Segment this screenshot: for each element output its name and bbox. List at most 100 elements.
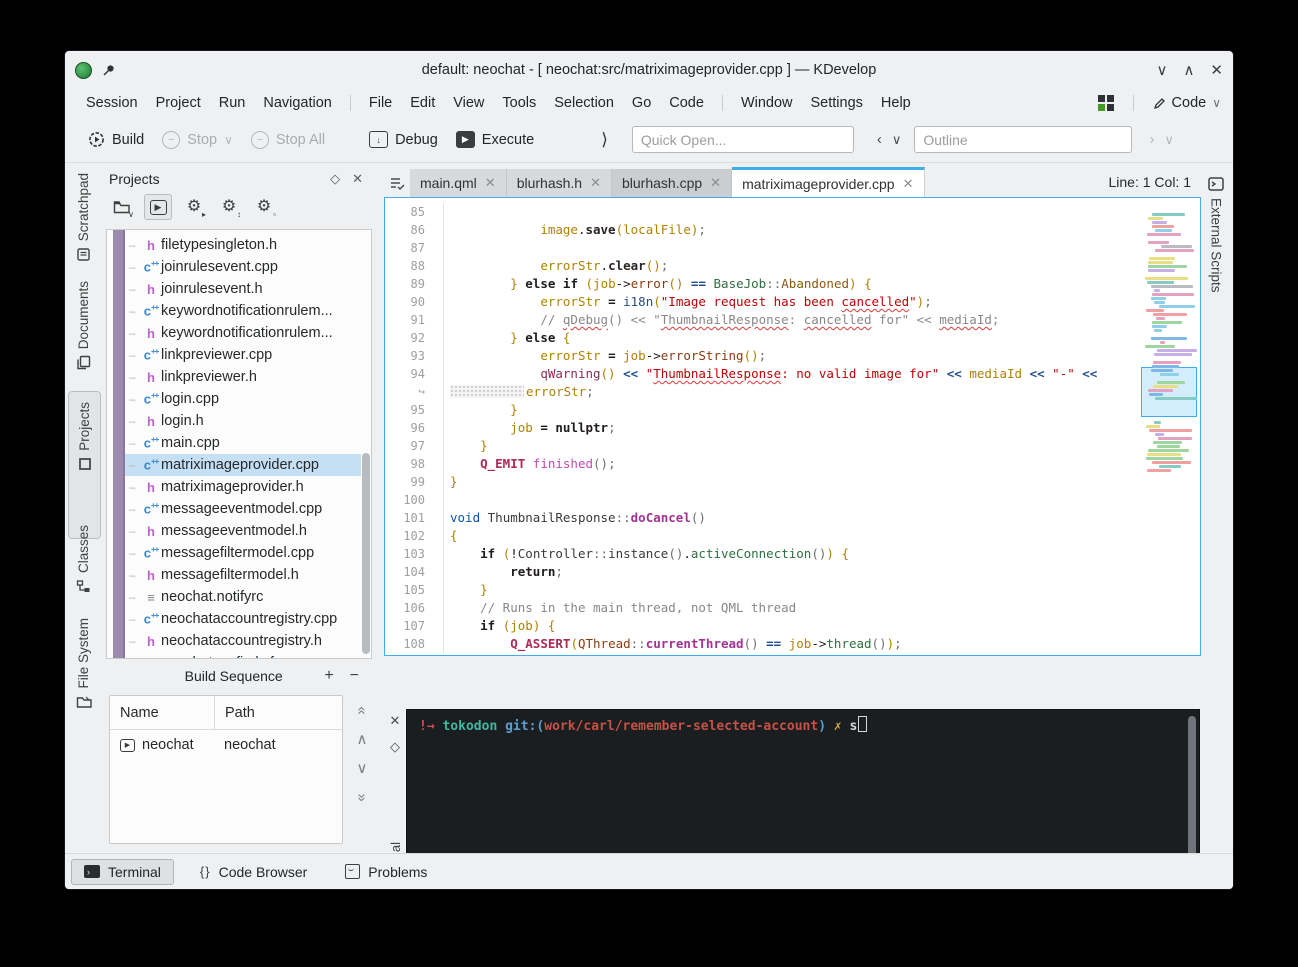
menu-run[interactable]: Run — [210, 93, 255, 113]
code-line[interactable]: 101void ThumbnailResponse::doCancel() — [385, 509, 1138, 527]
code-line[interactable]: 86 image.save(localFile); — [385, 221, 1138, 239]
sidebar-tab-classes[interactable]: Classes — [68, 525, 99, 610]
tree-item[interactable]: –hkeywordnotificationrulem... — [125, 322, 361, 344]
code-line[interactable]: 85 — [385, 203, 1138, 221]
tree-item[interactable]: –hlogin.h — [125, 410, 361, 432]
execute-button[interactable]: ▶ Execute — [447, 126, 543, 153]
tree-item[interactable]: –hjoinrulesevent.h — [125, 278, 361, 300]
close-icon[interactable]: ✕ — [1210, 61, 1223, 79]
code-line[interactable]: 87 — [385, 239, 1138, 257]
close-panel-icon[interactable]: ✕ — [346, 171, 369, 187]
stop-button[interactable]: − Stop ∨ — [153, 126, 242, 154]
build-sequence-table[interactable]: Name Path ▶neochatneochat — [109, 695, 343, 844]
tree-item[interactable]: –c++main.cpp — [125, 432, 361, 454]
sidebar-tab-projects[interactable]: Projects — [68, 391, 101, 539]
menu-settings[interactable]: Settings — [802, 93, 872, 113]
move-top-button[interactable]: « — [358, 703, 366, 718]
code-line[interactable]: 105 } — [385, 581, 1138, 599]
tab-close-icon[interactable]: ✕ — [710, 175, 721, 191]
tree-item[interactable]: –c++keywordnotificationrulem... — [125, 300, 361, 322]
project-tree[interactable]: –hfiletypesingleton.h–c++joinrulesevent.… — [106, 229, 372, 659]
tree-item[interactable]: –hlinkpreviewer.h — [125, 366, 361, 388]
add-build-item-button[interactable]: + — [316, 667, 341, 685]
close-terminal-icon[interactable]: ✕ — [390, 713, 401, 729]
code-line[interactable]: 104 return; — [385, 563, 1138, 581]
tree-item[interactable]: –c++messagefiltermodel.cpp — [125, 542, 361, 564]
sidebar-tab-file-system[interactable]: File System — [68, 618, 99, 726]
code-line[interactable]: 102{ — [385, 527, 1138, 545]
menu-code[interactable]: Code — [660, 93, 713, 113]
editor-tab-matriximageprovider.cpp[interactable]: matriximageprovider.cpp✕ — [732, 167, 924, 197]
build-button[interactable]: Build — [79, 126, 153, 153]
code-editor[interactable]: 8586 image.save(localFile);8788 errorStr… — [384, 197, 1201, 656]
tree-item[interactable]: –≡neochat.notifyrc — [125, 586, 361, 608]
code-line[interactable]: 88 errorStr.clear(); — [385, 257, 1138, 275]
document-list-icon[interactable] — [384, 169, 410, 197]
code-line[interactable]: 92 } else { — [385, 329, 1138, 347]
move-down-button[interactable]: ∨ — [357, 761, 368, 776]
outline-input[interactable] — [914, 126, 1132, 153]
perspective-button[interactable]: Code ∨ — [1153, 95, 1221, 111]
menu-window[interactable]: Window — [732, 93, 802, 113]
build-sequence-row[interactable]: ▶neochatneochat — [110, 730, 342, 760]
code-line[interactable]: 107 if (job) { — [385, 617, 1138, 635]
menu-go[interactable]: Go — [623, 93, 660, 113]
toolbar-overflow-icon[interactable]: ⟩ — [601, 130, 608, 150]
tree-item[interactable]: –c++linkpreviewer.cpp — [125, 344, 361, 366]
minimap[interactable] — [1141, 201, 1197, 652]
code-line[interactable]: 106 // Runs in the main thread, not QML … — [385, 599, 1138, 617]
code-line[interactable]: 97 } — [385, 437, 1138, 455]
code-line[interactable]: 108 Q_ASSERT(QThread::currentThread() ==… — [385, 635, 1138, 653]
editor-tab-blurhash.cpp[interactable]: blurhash.cpp✕ — [612, 169, 732, 197]
move-up-button[interactable]: ∧ — [357, 732, 368, 747]
menu-edit[interactable]: Edit — [401, 93, 444, 113]
area-switcher-icon[interactable] — [1098, 95, 1114, 111]
outline-forward-icon[interactable]: › — [1144, 129, 1159, 150]
tree-item[interactable]: –c++messageeventmodel.cpp — [125, 498, 361, 520]
outline-dropdown-icon[interactable]: ∨ — [887, 130, 907, 150]
move-bottom-button[interactable]: » — [358, 790, 366, 805]
pin-icon[interactable] — [102, 64, 115, 77]
stop-all-button[interactable]: − Stop All — [242, 126, 334, 154]
menu-selection[interactable]: Selection — [545, 93, 623, 113]
tree-item[interactable]: –⟨⟩neochatconfig.kcfg — [125, 652, 361, 659]
detach-panel-icon[interactable]: ◇ — [324, 171, 346, 187]
code-line[interactable]: 89 } else if (job->error() == BaseJob::A… — [385, 275, 1138, 293]
maximize-icon[interactable]: ∧ — [1183, 61, 1194, 79]
menu-tools[interactable]: Tools — [493, 93, 545, 113]
code-line[interactable]: 98 Q_EMIT finished(); — [385, 455, 1138, 473]
code-line[interactable]: 100 — [385, 491, 1138, 509]
code-line[interactable]: 96 job = nullptr; — [385, 419, 1138, 437]
sidebar-tab-documents[interactable]: Documents — [68, 281, 99, 383]
code-line[interactable]: 90 errorStr = i18n("Image request has be… — [385, 293, 1138, 311]
quick-open-input[interactable] — [632, 126, 854, 153]
configure-button[interactable]: ⚙▸ — [181, 195, 207, 219]
outline-more-icon[interactable]: ∨ — [1159, 130, 1179, 150]
menu-session[interactable]: Session — [77, 93, 147, 113]
code-line[interactable]: 103 if (!Controller::instance().activeCo… — [385, 545, 1138, 563]
code-line[interactable]: 93 errorStr = job->errorString(); — [385, 347, 1138, 365]
tree-scrollbar[interactable] — [362, 453, 370, 654]
tree-item[interactable]: –hmessageeventmodel.h — [125, 520, 361, 542]
toolview-button-code-browser[interactable]: {}Code Browser — [188, 860, 319, 884]
tree-item[interactable]: –hfiletypesingleton.h — [125, 234, 361, 256]
tree-item[interactable]: –hmatriximageprovider.h — [125, 476, 361, 498]
menu-file[interactable]: File — [360, 93, 401, 113]
remove-build-item-button[interactable]: − — [342, 667, 367, 685]
code-line[interactable]: 94 qWarning() << "ThumbnailResponse: no … — [385, 365, 1138, 383]
tree-item[interactable]: –hneochataccountregistry.h — [125, 630, 361, 652]
sidebar-tab-scratchpad[interactable]: Scratchpad — [68, 173, 99, 273]
toolview-button-problems[interactable]: Problems — [333, 860, 439, 884]
menu-view[interactable]: View — [444, 93, 493, 113]
tree-item[interactable]: –c++login.cpp — [125, 388, 361, 410]
code-line[interactable]: ↪errorStr; — [385, 383, 1138, 401]
minimize-icon[interactable]: ∨ — [1156, 61, 1167, 79]
tab-close-icon[interactable]: ✕ — [485, 175, 496, 191]
build-selection-button[interactable]: ▶ — [144, 194, 172, 220]
toolview-button-terminal[interactable]: ›Terminal — [71, 859, 174, 885]
detach-terminal-icon[interactable]: ◇ — [390, 739, 400, 755]
menu-navigation[interactable]: Navigation — [254, 93, 341, 113]
outline-back-icon[interactable]: ‹ — [872, 129, 887, 150]
menu-help[interactable]: Help — [872, 93, 920, 113]
tab-close-icon[interactable]: ✕ — [590, 175, 601, 191]
